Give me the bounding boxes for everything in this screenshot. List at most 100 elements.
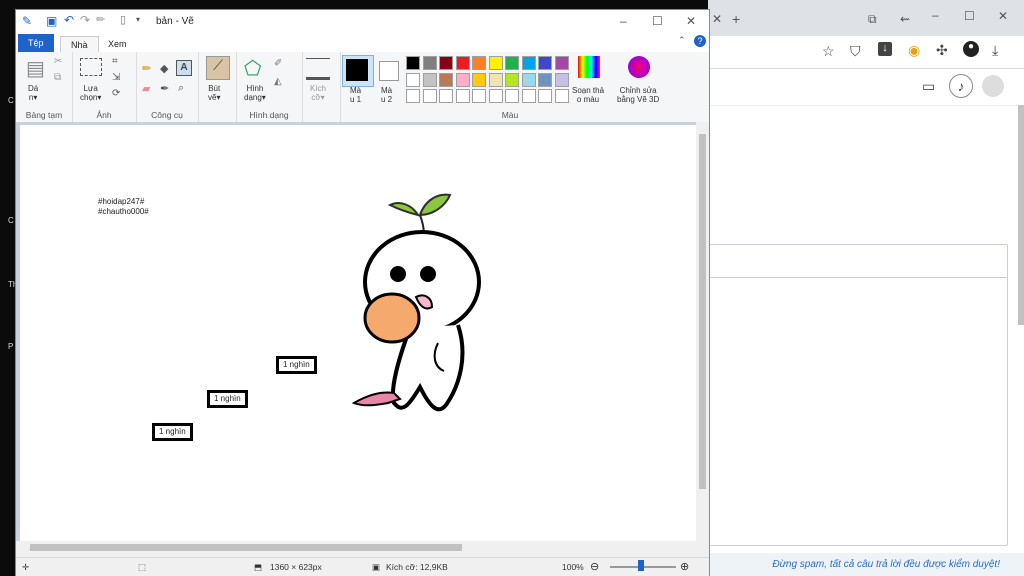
minimize-button[interactable]: – <box>620 14 627 28</box>
maximize-icon[interactable]: ☐ <box>964 9 975 23</box>
crop-icon[interactable]: ⌗ <box>112 56 118 67</box>
close-button[interactable]: ✕ <box>686 14 696 28</box>
redo-icon[interactable]: ↷ <box>80 13 90 27</box>
maximize-button[interactable]: ☐ <box>652 14 663 28</box>
fill-shape-icon[interactable]: ◭ <box>274 76 282 87</box>
brushes-button[interactable]: Bút vẽ▾ <box>208 84 220 102</box>
help-icon[interactable]: ? <box>694 35 706 47</box>
chat-icon[interactable]: ▭ <box>922 78 935 95</box>
palette-swatch[interactable] <box>406 72 420 87</box>
palette-swatch[interactable] <box>455 56 470 70</box>
horizontal-scroll-thumb[interactable] <box>30 544 462 551</box>
palette-swatch[interactable] <box>521 89 536 103</box>
palette-swatch[interactable] <box>554 89 569 103</box>
palette-swatch[interactable] <box>439 72 453 87</box>
palette-swatch[interactable] <box>488 89 503 103</box>
eraser-icon[interactable]: ▰ <box>142 82 150 95</box>
palette-swatch[interactable] <box>439 89 453 103</box>
color2-button[interactable]: Mà u 2 <box>381 86 392 104</box>
palette-swatch[interactable] <box>554 56 569 70</box>
palette-swatch[interactable] <box>472 72 486 87</box>
back-icon[interactable]: ⇜ <box>900 12 910 26</box>
color2-swatch[interactable] <box>379 61 399 81</box>
shapes-icon[interactable]: ⬠ <box>244 56 261 81</box>
palette-swatch[interactable] <box>488 56 503 70</box>
pencil-quick-icon[interactable]: ✏ <box>96 13 105 26</box>
select-button[interactable]: Lựa chọn▾ <box>80 84 101 102</box>
copy-icon[interactable]: ⧉ <box>54 72 61 83</box>
paste-icon[interactable]: ▤ <box>26 56 45 81</box>
paint3d-button[interactable]: Chỉnh sửa bằng Vẽ 3D <box>617 86 659 104</box>
palette-swatch[interactable] <box>554 72 569 87</box>
avatar[interactable] <box>982 75 1004 97</box>
paint3d-icon[interactable] <box>628 56 650 78</box>
zoom-slider-thumb[interactable] <box>638 560 644 571</box>
puzzle-icon[interactable]: ✣ <box>936 42 948 59</box>
palette-swatch[interactable] <box>505 72 519 87</box>
zoom-out-icon[interactable]: ⊖ <box>590 560 599 573</box>
tab-view[interactable]: Xem <box>98 36 137 52</box>
palette-swatch[interactable] <box>472 56 486 70</box>
size-button[interactable]: Kích cỡ▾ <box>310 84 326 102</box>
download-badge-icon[interactable]: ↓ <box>878 42 892 56</box>
palette-swatch[interactable] <box>521 72 536 87</box>
extension-icon[interactable]: ◉ <box>908 42 920 59</box>
customize-dropdown-icon[interactable]: ▾ <box>136 15 140 24</box>
vertical-scrollbar[interactable] <box>696 122 709 552</box>
save-icon[interactable]: ▣ <box>46 14 57 28</box>
fill-icon[interactable]: ◆ <box>160 62 168 75</box>
new-file-icon[interactable]: ▯ <box>120 13 126 26</box>
brush-icon[interactable]: ⟋ <box>206 56 230 80</box>
palette-swatch[interactable] <box>505 56 519 70</box>
zoom-in-icon[interactable]: ⊕ <box>680 560 689 573</box>
palette-swatch[interactable] <box>488 72 503 87</box>
magnifier-icon[interactable]: ⌕ <box>178 82 184 95</box>
close-icon[interactable]: ✕ <box>998 9 1008 23</box>
download-icon[interactable]: ⤓ <box>992 42 998 59</box>
palette-swatch[interactable] <box>455 72 470 87</box>
color1-swatch[interactable] <box>346 59 368 81</box>
palette-swatch[interactable] <box>422 72 437 87</box>
tab-close-icon[interactable]: ✕ <box>712 12 722 26</box>
palette-swatch[interactable] <box>538 72 552 87</box>
undo-icon[interactable]: ↶ <box>64 13 74 27</box>
palette-swatch[interactable] <box>505 89 519 103</box>
browser-scrollbar[interactable] <box>1018 105 1024 325</box>
text-icon[interactable]: A <box>176 60 192 76</box>
color-picker-icon[interactable]: ✒ <box>160 82 169 95</box>
rotate-icon[interactable]: ⟳ <box>112 88 120 99</box>
palette-swatch[interactable] <box>422 89 437 103</box>
palette-swatch[interactable] <box>439 56 453 70</box>
palette-swatch[interactable] <box>472 89 486 103</box>
resize-icon[interactable]: ⇲ <box>112 72 120 83</box>
color1-button[interactable]: Mà u 1 <box>350 86 361 104</box>
collapse-ribbon-icon[interactable]: ⌃ <box>678 35 686 46</box>
palette-swatch[interactable] <box>455 89 470 103</box>
horizontal-scrollbar[interactable] <box>16 541 696 554</box>
palette-swatch[interactable] <box>521 56 536 70</box>
pencil-icon[interactable]: ✏ <box>142 62 151 75</box>
minimize-icon[interactable]: – <box>932 8 939 22</box>
star-icon[interactable]: ☆ <box>822 43 835 60</box>
select-icon[interactable] <box>80 58 102 76</box>
tab-home[interactable]: Nhà <box>60 36 99 53</box>
tab-file[interactable]: Tệp <box>18 34 54 52</box>
new-tab-icon[interactable]: + <box>732 11 740 27</box>
palette-swatch[interactable] <box>422 56 437 70</box>
palette-swatch[interactable] <box>538 89 552 103</box>
size-icon[interactable] <box>306 58 330 80</box>
shield-icon[interactable]: ⛉ <box>850 43 861 60</box>
shapes-button[interactable]: Hình dạng▾ <box>244 84 266 102</box>
profile-icon[interactable]: ● <box>963 41 979 57</box>
palette-swatch[interactable] <box>406 89 420 103</box>
paste-button[interactable]: Dá n▾ <box>28 84 38 102</box>
edit-colors-button[interactable]: Soạn thả o màu <box>572 86 604 104</box>
drawing-canvas[interactable]: #hoidap247# #chautho000# 1 nghìn 1 nghìn… <box>20 125 696 545</box>
vertical-scroll-thumb[interactable] <box>699 134 706 489</box>
outline-icon[interactable]: ✐ <box>274 58 282 69</box>
cut-icon[interactable]: ✂ <box>54 56 62 67</box>
bell-icon[interactable]: ♪ <box>949 74 973 98</box>
edit-colors-icon[interactable] <box>578 56 600 78</box>
palette-swatch[interactable] <box>406 56 420 70</box>
palette-swatch[interactable] <box>538 56 552 70</box>
